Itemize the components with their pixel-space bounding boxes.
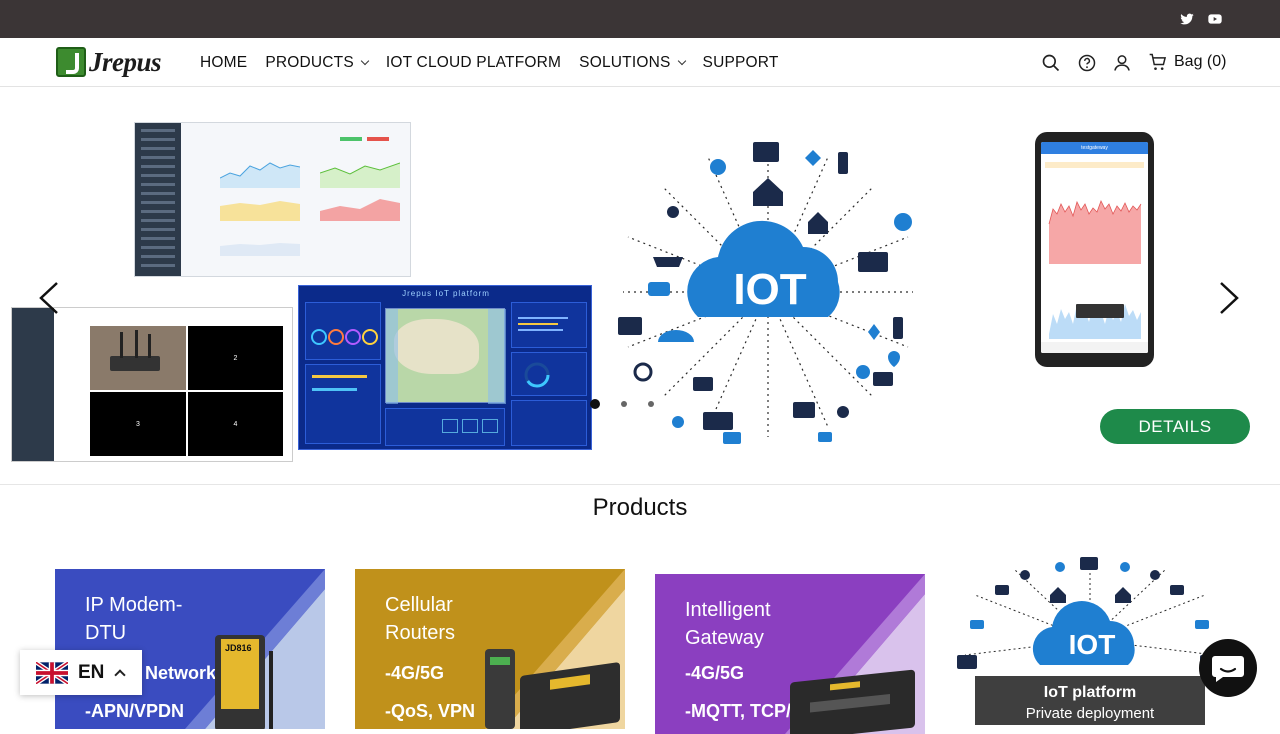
language-selector[interactable]: EN (20, 650, 142, 695)
card-feature: -4G/5G (385, 663, 445, 683)
dashboard-panel (511, 400, 587, 446)
iot-label: IOT (1069, 629, 1116, 660)
chevron-down-icon (677, 56, 686, 66)
chat-icon (1212, 656, 1244, 682)
account-icon[interactable] (1112, 53, 1132, 73)
product-card-ip-modem[interactable]: IP Modem- DTU Network -APN/VPDN JD816 (55, 569, 325, 729)
card-feature: -4G/5G (685, 663, 745, 683)
slider-next-arrow-icon[interactable] (1217, 281, 1241, 315)
uk-flag-icon (36, 661, 68, 684)
product-card-intelligent-gateway[interactable]: Intelligent Gateway -4G/5G -MQTT, TCP/IP (655, 574, 925, 734)
bag-label: Bag (0) (1174, 53, 1227, 70)
modem-device-image: JD816 (215, 635, 265, 729)
bag-button[interactable]: Bag (0) (1148, 52, 1226, 72)
camera-feed-image (90, 326, 186, 390)
iot-platform-label-subtitle: Private deployment (1025, 705, 1155, 722)
product-card-iot-platform[interactable]: IOT IoT platform Private deployment (955, 555, 1225, 725)
iot-platform-label-title: IoT platform (1043, 684, 1137, 701)
nav-item-home[interactable]: HOME (200, 54, 247, 72)
iot-cloud-small-illustration: IOT (957, 557, 1220, 669)
dashboard-panel (511, 302, 587, 348)
search-icon[interactable] (1041, 53, 1061, 73)
nav-label: PRODUCTS (265, 54, 354, 71)
twitter-icon[interactable] (1179, 11, 1195, 27)
chart-thumbnail (220, 162, 300, 188)
card-title: IP Modem- DTU (85, 594, 183, 644)
top-bar (0, 0, 1280, 38)
chart-thumbnail (320, 199, 400, 221)
iot-platform-label: IoT platform Private deployment (975, 676, 1205, 725)
gauges (311, 329, 378, 345)
hero-slider: 2 3 4 Jrepus IoT platform IOT testgatewa… (0, 87, 1280, 484)
nav-item-iot-cloud-platform[interactable]: IOT CLOUD PLATFORM (386, 54, 561, 72)
chat-button[interactable] (1199, 639, 1257, 697)
nav-label: SOLUTIONS (579, 54, 671, 71)
nav-label: HOME (200, 54, 248, 71)
section-divider (0, 484, 1280, 485)
dashboard-screenshot (134, 122, 411, 277)
nav-item-products[interactable]: PRODUCTS (265, 54, 370, 72)
chart-thumbnail (220, 243, 300, 256)
dashboard-sidebar (12, 308, 54, 461)
site-logo[interactable]: Jrepus (56, 45, 176, 79)
card-feature: -APN/VPDN (85, 701, 185, 721)
bag-icon (1149, 53, 1167, 70)
dashboard-panel (511, 352, 587, 396)
slider-dot-2[interactable] (621, 401, 627, 407)
nav-label: SUPPORT (702, 54, 779, 71)
video-cell: 3 (90, 392, 186, 456)
progress-ring (524, 362, 550, 388)
youtube-icon[interactable] (1207, 11, 1223, 27)
router-connector-image (485, 649, 515, 729)
logo-text: Jrepus (89, 46, 162, 77)
slider-dot-1[interactable] (590, 399, 600, 409)
logo-mark-icon (56, 47, 86, 77)
video-cell-label: 2 (233, 354, 238, 362)
products-section-title: Products (592, 494, 688, 521)
dashboard-sidebar (135, 123, 181, 276)
iot-label: IOT (733, 265, 806, 314)
site-header: Jrepus HOME PRODUCTS IOT CLOUD PLATFORM … (0, 38, 1280, 87)
details-button[interactable]: DETAILS (1100, 409, 1250, 444)
phone-screen: testgateway (1041, 142, 1148, 353)
product-card-cellular-routers[interactable]: Cellular Routers -4G/5G -QoS, VPN (355, 569, 625, 729)
phone-charts (1041, 154, 1148, 353)
video-cell: 2 (188, 326, 283, 390)
slider-dots (590, 399, 675, 409)
nav-item-support[interactable]: SUPPORT (703, 54, 779, 72)
phone-title: testgateway (1041, 142, 1148, 154)
dashboard-panel (385, 408, 505, 446)
slider-prev-arrow-icon[interactable] (37, 281, 61, 315)
dashboard-panel (305, 302, 381, 360)
card-feature: -QoS, VPN (385, 701, 476, 721)
nav-item-solutions[interactable]: SOLUTIONS (579, 54, 686, 72)
chevron-down-icon (360, 56, 370, 66)
chevron-up-icon (114, 668, 127, 681)
video-cell-label: 4 (233, 420, 238, 428)
video-cell: 4 (188, 392, 283, 456)
world-map (385, 308, 506, 404)
chart-thumbnail (320, 162, 400, 188)
language-code: EN (78, 661, 105, 683)
help-icon[interactable] (1077, 53, 1097, 73)
chart-thumbnail (220, 201, 300, 221)
card-feature: Network (145, 663, 217, 683)
device-label: JD816 (225, 643, 252, 653)
video-cell-label: 3 (136, 420, 140, 428)
card-title: Intelligent Gateway (685, 599, 771, 649)
platform-map-screenshot: Jrepus IoT platform (298, 285, 592, 450)
nav-label: IOT CLOUD PLATFORM (385, 54, 562, 71)
phone-mockup: testgateway (1035, 132, 1154, 367)
platform-title: Jrepus IoT platform (402, 289, 490, 298)
card-title: Cellular Routers (385, 594, 456, 644)
video-grid-screenshot: 2 3 4 (11, 307, 293, 462)
dashboard-panel (305, 364, 381, 444)
main-nav: HOME PRODUCTS IOT CLOUD PLATFORM SOLUTIO… (200, 54, 797, 72)
slider-dot-3[interactable] (648, 401, 654, 407)
